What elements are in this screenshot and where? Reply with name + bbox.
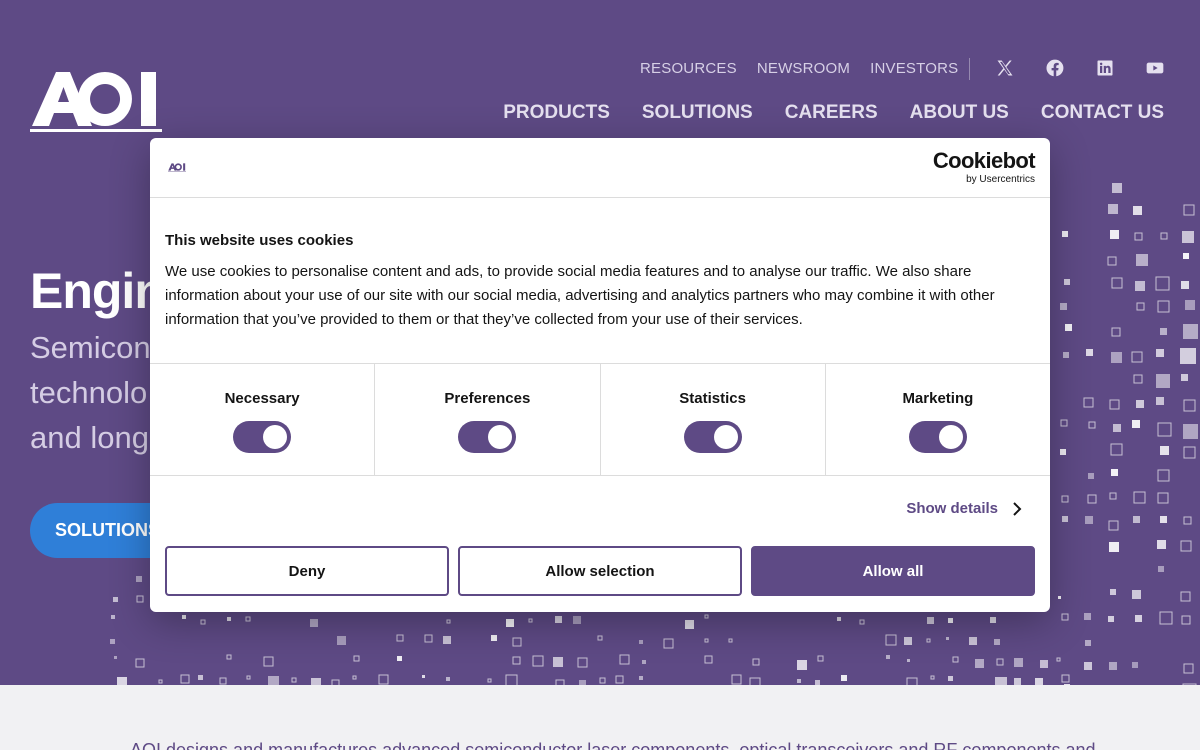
nav-products[interactable]: PRODUCTS [503,102,610,124]
nav-newsroom[interactable]: NEWSROOM [757,60,850,77]
consent-categories: Necessary Preferences Statistics Marketi… [150,363,1050,476]
aoi-logo[interactable] [30,66,162,132]
chevron-right-icon [1013,501,1022,516]
category-label: Statistics [679,390,746,407]
statistics-toggle[interactable] [683,421,742,453]
show-details-link[interactable]: Show details [906,500,1022,517]
nav-resources[interactable]: RESOURCES [640,60,737,77]
category-label: Necessary [224,390,300,407]
allow-selection-button[interactable]: Allow selection [458,546,742,596]
nav-careers[interactable]: CAREERS [785,102,878,124]
category-marketing: Marketing [826,364,1050,475]
nav-divider [969,58,970,80]
main-nav: PRODUCTS SOLUTIONS CAREERS ABOUT US CONT… [503,102,1164,124]
hero-subtitle-line: Semicon [30,330,151,365]
aoi-small-logo [168,163,186,172]
category-label: Preferences [444,390,531,407]
toggle-knob [488,425,513,449]
marketing-toggle[interactable] [908,421,967,453]
preferences-toggle[interactable] [458,421,517,453]
cookiebot-byline: by Usercentrics [966,174,1035,185]
facebook-icon[interactable] [1043,56,1067,80]
category-label: Marketing [902,390,974,407]
nav-investors[interactable]: INVESTORS [870,60,958,77]
toggle-knob [938,425,963,449]
show-details-label: Show details [906,500,998,517]
deny-button[interactable]: Deny [165,546,449,596]
x-icon[interactable] [993,56,1017,80]
category-statistics: Statistics [601,364,826,475]
utility-nav: RESOURCES NEWSROOM INVESTORS [640,58,980,78]
allow-all-button[interactable]: Allow all [751,546,1035,596]
cookiebot-wordmark: Cookiebot [932,148,1036,173]
category-preferences: Preferences [375,364,601,475]
hero-subtitle-line: and long [30,420,149,455]
toggle-knob [713,425,738,449]
hero-title: Engin [30,263,165,319]
linkedin-icon[interactable] [1093,56,1117,80]
necessary-toggle[interactable] [233,421,292,453]
hero-subtitle-line: technolo [30,375,148,410]
category-necessary: Necessary [150,364,376,475]
solutions-cta-button[interactable]: SOLUTIONS [30,503,170,558]
nav-contact-us[interactable]: CONTACT US [1041,102,1164,124]
intro-text: AOI designs and manufactures advanced se… [130,740,1096,750]
cookie-consent-dialog: Cookiebot by Usercentrics This website u… [150,138,1050,612]
nav-about-us[interactable]: ABOUT US [910,102,1009,124]
youtube-icon[interactable] [1143,56,1167,80]
nav-solutions[interactable]: SOLUTIONS [642,102,753,124]
dialog-header: Cookiebot by Usercentrics [150,138,1050,198]
dialog-description: We use cookies to personalise content an… [165,263,995,328]
toggle-knob [263,425,288,449]
cookiebot-logo[interactable]: Cookiebot by Usercentrics [932,148,1036,186]
dialog-title: This website uses cookies [165,232,354,249]
